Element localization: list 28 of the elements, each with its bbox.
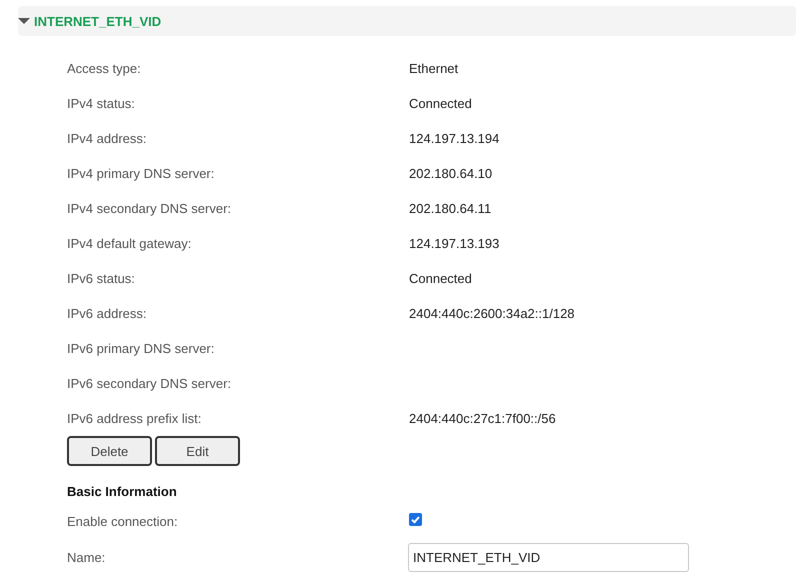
checkbox[interactable] [409,513,422,526]
field-value: 124.197.13.193 [409,236,500,251]
field-label: IPv4 primary DNS server: [67,166,216,181]
field-label: Access type: [67,61,142,76]
delete-button[interactable]: Delete [67,436,152,466]
field-value: 202.180.64.10 [409,166,494,181]
field-label: IPv4 address: [67,131,148,146]
field-label: IPv6 address: [67,306,148,321]
collapse-icon[interactable] [18,17,30,25]
field-value: Ethernet [409,61,460,76]
field-value: 124.197.13.194 [409,131,500,146]
field-label: IPv4 default gateway: [67,236,192,251]
field-value: 2404:440c:27c1:7f00::/56 [409,411,557,426]
field-label: IPv4 status: [67,96,136,111]
edit-button[interactable]: Edit [155,436,240,466]
name-field[interactable]: INTERNET_ETH_VID [408,542,689,572]
field-label: IPv6 primary DNS server: [67,341,216,356]
field-value: Connected [409,96,473,111]
field-value: Connected [409,271,473,286]
field-label: IPv6 status: [67,271,136,286]
field-label: IPv4 secondary DNS server: [67,201,232,216]
field-label: Enable connection: [67,514,179,528]
field-label: IPv6 secondary DNS server: [67,376,232,391]
section-heading: Basic Information [67,484,178,499]
field-label: Name: [67,550,106,564]
field-value: 202.180.64.11 [409,201,492,216]
field-label: IPv6 address prefix list: [67,411,202,426]
field-value: 2404:440c:2600:34a2::1/128 [409,306,576,321]
